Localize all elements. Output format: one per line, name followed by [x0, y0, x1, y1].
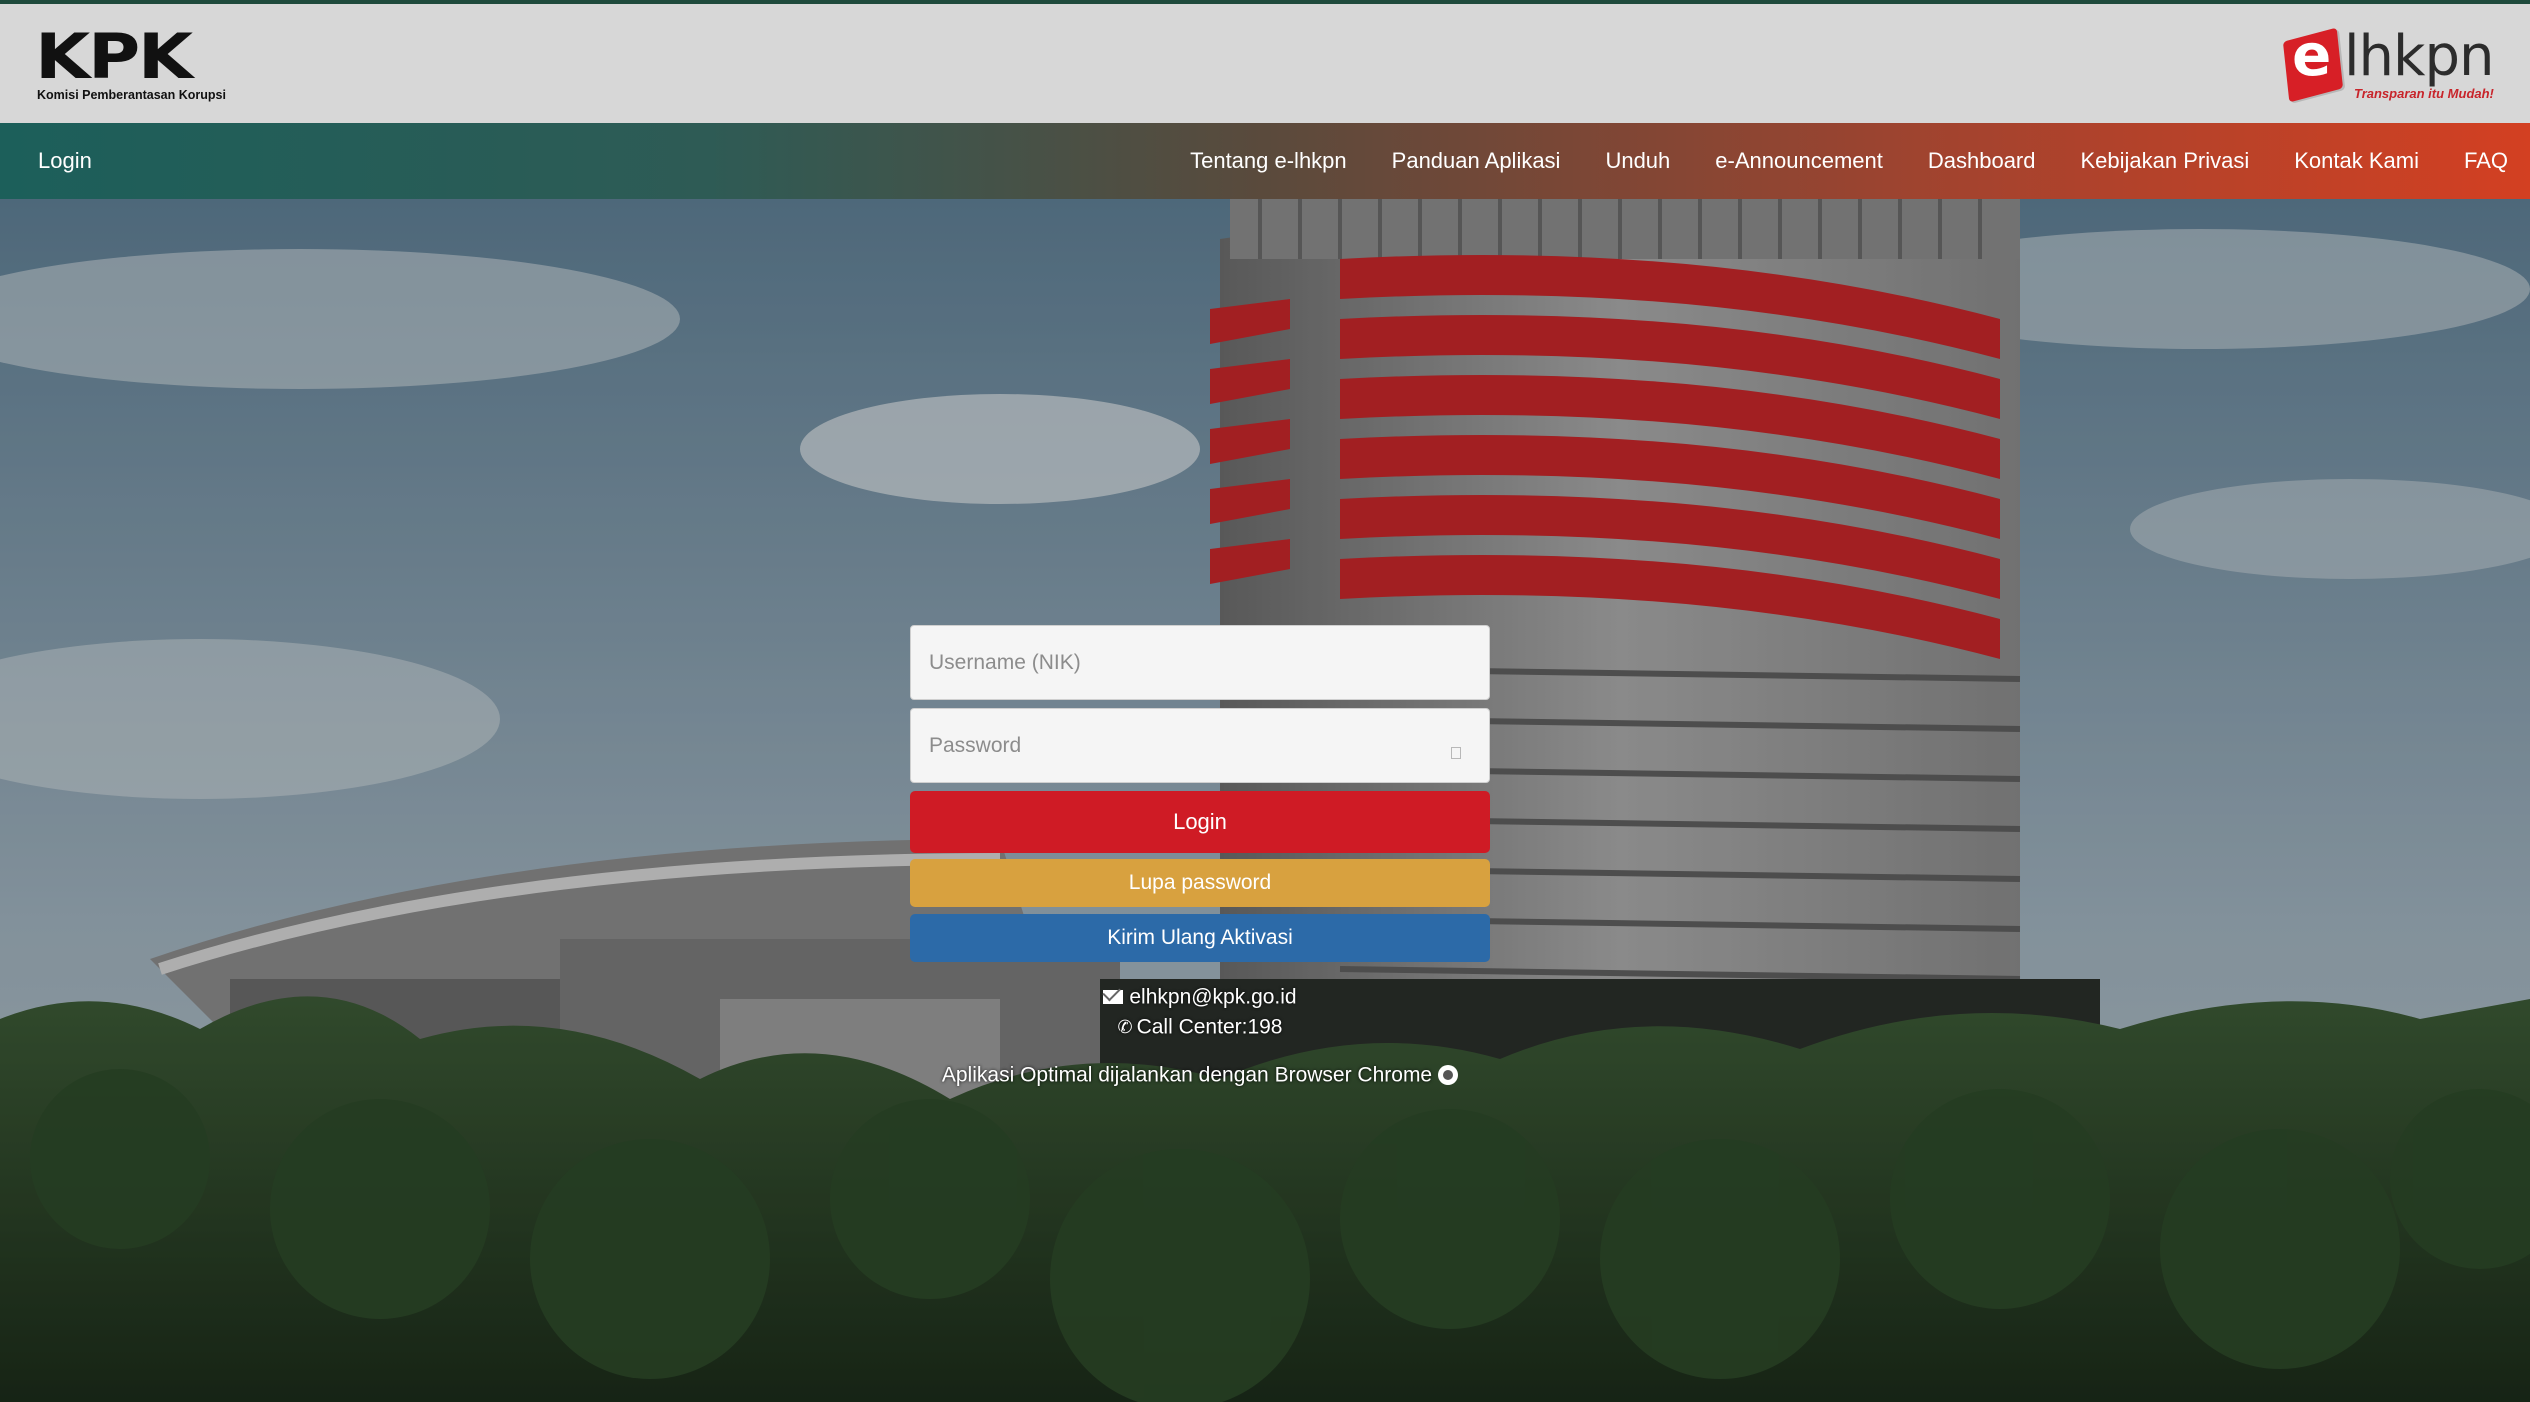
browser-note-line: Aplikasi Optimal dijalankan dengan Brows… [910, 1060, 1490, 1090]
nav-item-dashboard[interactable]: Dashboard [1928, 148, 2036, 174]
nav-item-kebijakan[interactable]: Kebijakan Privasi [2081, 148, 2250, 174]
contact-info: elhkpn@kpk.go.id ✆ Call Center:198 Aplika… [910, 982, 1490, 1090]
main-navbar: Login Tentang e-lhkpn Panduan Aplikasi U… [0, 123, 2530, 199]
elhkpn-tagline: Transparan itu Mudah! [2354, 86, 2494, 101]
call-center-text: Call Center:198 [1136, 1015, 1283, 1039]
elhkpn-logo-text: lhkpn [2344, 24, 2495, 89]
eye-icon[interactable] [1451, 747, 1461, 759]
resend-activation-button[interactable]: Kirim Ulang Aktivasi [910, 914, 1490, 962]
nav-item-faq[interactable]: FAQ [2464, 148, 2508, 174]
kpk-logo-text: KPK [35, 20, 193, 93]
chrome-icon [1438, 1065, 1459, 1086]
top-header: KPK Komisi Pemberantasan Korupsi e lhkpn… [0, 0, 2530, 123]
kpk-logo[interactable]: KPK Komisi Pemberantasan Korupsi [35, 20, 250, 106]
login-button[interactable]: Login [910, 791, 1490, 853]
phone-icon: ✆ [1117, 1017, 1133, 1038]
elhkpn-logo[interactable]: e lhkpn Transparan itu Mudah! [2282, 21, 2507, 108]
email-line: elhkpn@kpk.go.id [910, 982, 1490, 1012]
nav-item-tentang[interactable]: Tentang e-lhkpn [1190, 148, 1347, 174]
login-form: Login Lupa password Kirim Ulang Aktivasi [910, 625, 1490, 962]
nav-item-kontak[interactable]: Kontak Kami [2294, 148, 2419, 174]
forgot-password-button[interactable]: Lupa password [910, 859, 1490, 907]
elhkpn-e-letter: e [2292, 21, 2332, 89]
password-input[interactable] [911, 709, 1489, 782]
nav-login-link[interactable]: Login [38, 123, 92, 199]
nav-menu: Tentang e-lhkpn Panduan Aplikasi Unduh e… [1145, 123, 2508, 199]
mail-icon [1103, 990, 1124, 1005]
username-field-wrapper [910, 625, 1490, 700]
nav-item-announcement[interactable]: e-Announcement [1715, 148, 1883, 174]
password-field-wrapper [910, 708, 1490, 783]
nav-item-panduan[interactable]: Panduan Aplikasi [1392, 148, 1561, 174]
username-input[interactable] [911, 626, 1489, 699]
kpk-logo-subtitle: Komisi Pemberantasan Korupsi [37, 88, 226, 102]
nav-item-unduh[interactable]: Unduh [1605, 148, 1670, 174]
call-center-line: ✆ Call Center:198 [910, 1012, 1490, 1042]
email-text[interactable]: elhkpn@kpk.go.id [1129, 985, 1296, 1008]
browser-note-text: Aplikasi Optimal dijalankan dengan Brows… [941, 1063, 1433, 1087]
